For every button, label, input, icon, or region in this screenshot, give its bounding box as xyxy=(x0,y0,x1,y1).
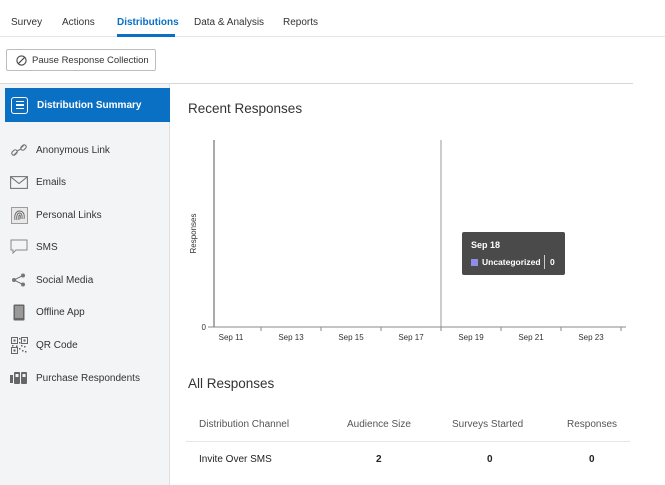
table-cell-audience-size: 2 xyxy=(376,454,382,465)
sidebar-item-sms[interactable]: SMS xyxy=(0,235,170,259)
recent-responses-heading: Recent Responses xyxy=(188,101,303,116)
sidebar-item-offline-app[interactable]: Offline App xyxy=(0,300,170,324)
tablet-icon xyxy=(9,303,29,321)
tab-data-analysis[interactable]: Data & Analysis xyxy=(194,17,264,28)
sidebar-item-purchase-respondents[interactable]: Purchase Respondents xyxy=(0,366,170,390)
tooltip-series-name: Uncategorized xyxy=(482,257,541,267)
sidebar-item-label: Social Media xyxy=(36,274,94,286)
people-icon xyxy=(9,369,29,387)
sidebar-item-label: Distribution Summary xyxy=(37,99,142,111)
fingerprint-icon xyxy=(9,206,29,224)
x-tick-label: Sep 19 xyxy=(458,333,484,342)
y-axis-label: Responses xyxy=(189,213,198,253)
sidebar-item-label: Personal Links xyxy=(36,209,102,221)
summary-icon xyxy=(11,96,28,114)
x-tick-label: Sep 13 xyxy=(278,333,304,342)
x-tick-label: Sep 15 xyxy=(338,333,364,342)
table-cell-responses: 0 xyxy=(589,454,595,465)
recent-responses-chart: 0 Responses Sep 11 Sep 13 Sep 15 Sep 17 Sep 19… xyxy=(189,140,626,342)
tab-distributions[interactable]: Distributions xyxy=(117,17,179,28)
sidebar-item-emails[interactable]: Emails xyxy=(0,170,170,194)
sidebar-item-label: SMS xyxy=(36,241,58,253)
chart-tooltip: Sep 18 Uncategorized 0 xyxy=(462,232,565,275)
tab-reports[interactable]: Reports xyxy=(283,17,318,28)
sidebar-item-label: Anonymous Link xyxy=(36,144,110,156)
sidebar-item-label: Emails xyxy=(36,176,67,188)
table-cell-surveys-started: 0 xyxy=(487,454,493,465)
y-tick-label: 0 xyxy=(202,323,207,332)
sidebar-item-anonymous-link[interactable]: Anonymous Link xyxy=(0,138,170,162)
pause-response-collection-button[interactable]: Pause Response Collection xyxy=(6,49,156,71)
envelope-icon xyxy=(9,173,29,191)
tooltip-value: 0 xyxy=(550,257,555,267)
sidebar-item-personal-links[interactable]: Personal Links xyxy=(0,203,170,227)
share-icon xyxy=(9,271,29,289)
sidebar-item-social-media[interactable]: Social Media xyxy=(0,268,170,292)
sidebar-item-label: QR Code xyxy=(36,339,78,351)
sidebar-item-qr-code[interactable]: QR Code xyxy=(0,333,170,357)
link-icon xyxy=(9,141,29,159)
column-header-distribution-channel[interactable]: Distribution Channel xyxy=(199,419,289,430)
qr-code-icon xyxy=(9,336,29,354)
column-header-responses[interactable]: Responses xyxy=(567,419,617,430)
x-tick-label: Sep 11 xyxy=(219,333,244,342)
all-responses-heading: All Responses xyxy=(188,376,275,391)
prohibited-icon xyxy=(16,54,27,66)
pause-button-label: Pause Response Collection xyxy=(32,54,149,66)
sidebar-item-distribution-summary[interactable]: Distribution Summary xyxy=(5,88,170,122)
table-cell-channel: Invite Over SMS xyxy=(199,454,272,465)
tab-actions[interactable]: Actions xyxy=(62,17,95,28)
column-header-surveys-started[interactable]: Surveys Started xyxy=(452,419,523,430)
tooltip-separator xyxy=(544,255,545,269)
tab-survey[interactable]: Survey xyxy=(11,17,42,28)
x-tick-label: Sep 21 xyxy=(518,333,544,342)
active-tab-indicator xyxy=(117,34,175,37)
top-navigation: Survey Actions Distributions Data & Anal… xyxy=(0,0,665,37)
x-tick-label: Sep 17 xyxy=(398,333,424,342)
sidebar-item-label: Offline App xyxy=(36,306,85,318)
tooltip-series-swatch xyxy=(471,259,478,266)
tooltip-date: Sep 18 xyxy=(471,240,501,250)
speech-bubble-icon xyxy=(9,238,29,256)
responses-table-header: Distribution Channel Audience Size Surve… xyxy=(186,405,630,442)
column-header-audience-size[interactable]: Audience Size xyxy=(347,419,411,430)
x-tick-label: Sep 23 xyxy=(578,333,604,342)
sidebar-item-label: Purchase Respondents xyxy=(36,372,140,384)
